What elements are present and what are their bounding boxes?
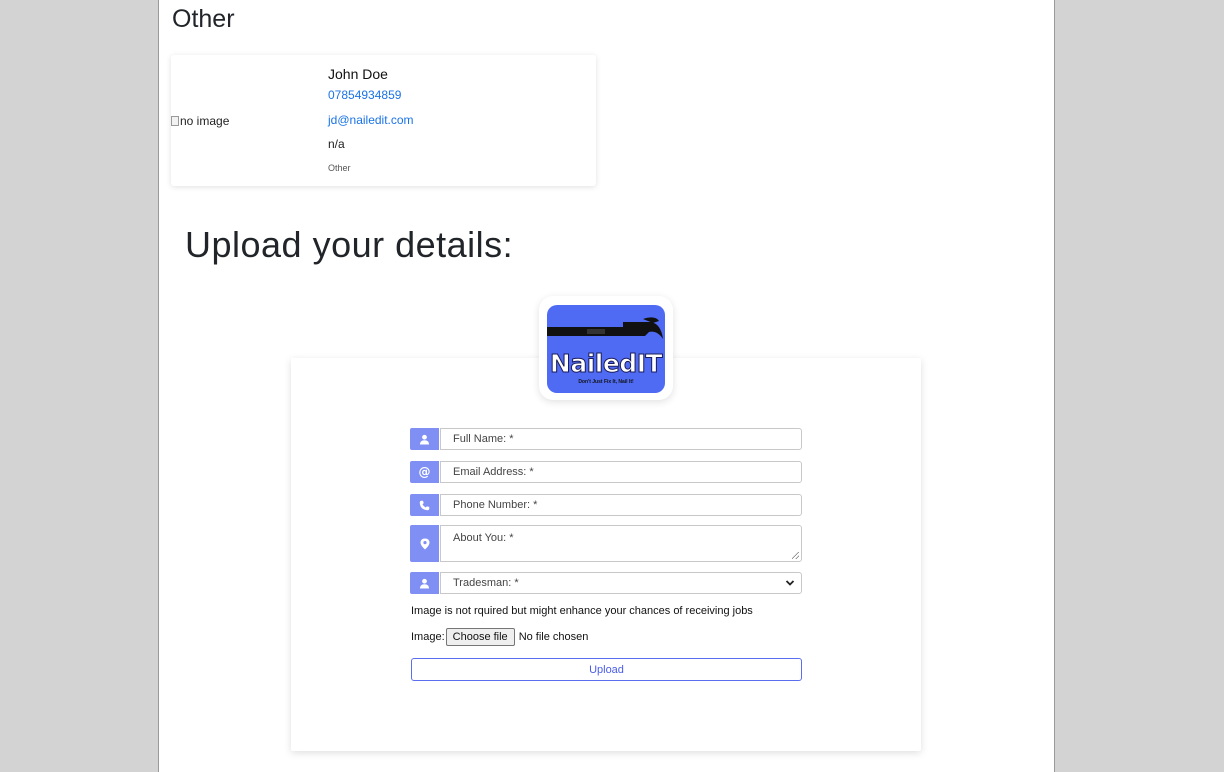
nailedit-logo: NailedIT Don't Just Fix It, Nail It! (547, 305, 665, 393)
location-pin-icon (410, 525, 439, 562)
tradesman-field: Tradesman: * (410, 572, 802, 594)
image-label: Image: (411, 631, 445, 643)
logo-tagline: Don't Just Fix It, Nail It! (578, 379, 634, 385)
logo-brand: NailedIT (549, 349, 663, 379)
fullname-field: Full Name: * (410, 428, 802, 450)
card-email-link[interactable]: jd@nailedit.com (328, 113, 414, 127)
image-file-row: Image: Choose file No file chosen (411, 628, 588, 646)
broken-image-icon (171, 116, 179, 126)
card-phone-link[interactable]: 07854934859 (328, 88, 401, 102)
hammer-icon (547, 317, 663, 339)
about-textarea[interactable]: About You: * (440, 525, 802, 562)
card-category: Other (328, 163, 351, 173)
image-hint: Image is not rquired but might enhance y… (411, 605, 753, 617)
fullname-input[interactable]: Full Name: * (440, 428, 802, 450)
tradesman-card: no image John Doe 07854934859 jd@nailedi… (171, 55, 596, 186)
about-placeholder: About You: * (453, 532, 514, 544)
email-input[interactable]: Email Address: * (440, 461, 802, 483)
upload-title: Upload your details: (185, 224, 514, 265)
logo-container: NailedIT Don't Just Fix It, Nail It! (539, 296, 673, 400)
phone-field: Phone Number: * (410, 494, 802, 516)
choose-file-button[interactable]: Choose file (445, 628, 515, 646)
tradesman-select[interactable]: Tradesman: * (440, 572, 802, 594)
page-content: Other no image John Doe 07854934859 jd@n… (158, 0, 1055, 772)
card-image: no image (171, 114, 229, 128)
phone-input[interactable]: Phone Number: * (440, 494, 802, 516)
resize-handle[interactable] (792, 552, 799, 559)
card-name: John Doe (328, 66, 388, 82)
section-title: Other (172, 5, 235, 33)
card-description: n/a (328, 137, 345, 151)
upload-button[interactable]: Upload (411, 658, 802, 681)
about-field: About You: * (410, 525, 802, 562)
no-file-text: No file chosen (518, 631, 589, 643)
tradesman-icon (410, 572, 439, 594)
card-image-alt: no image (180, 114, 230, 128)
chevron-down-icon (785, 580, 795, 586)
at-icon: @ (410, 461, 439, 483)
email-field: @ Email Address: * (410, 461, 802, 483)
user-icon (410, 428, 439, 450)
phone-icon (410, 494, 439, 516)
tradesman-selected: Tradesman: * (453, 577, 519, 589)
